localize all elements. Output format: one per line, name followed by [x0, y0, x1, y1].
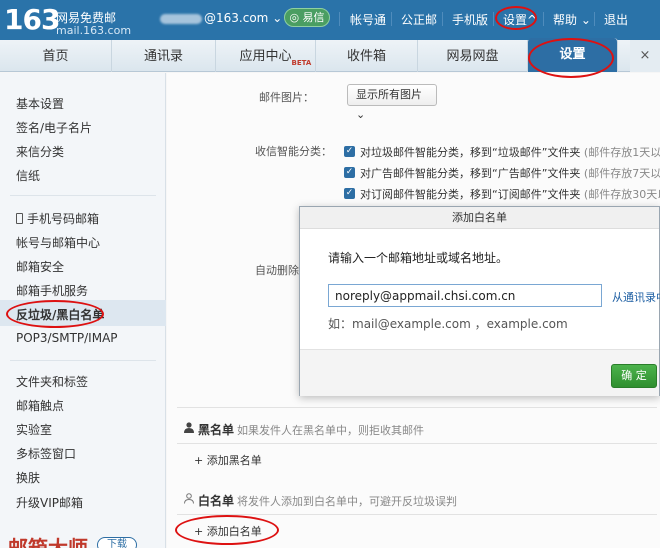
- dialog-footer: [300, 349, 659, 396]
- dialog-prompt: 请输入一个邮箱地址或域名地址。: [328, 251, 509, 265]
- option-ads: 对广告邮件智能分类，移到“广告邮件”文件夹 (邮件存放7天以上: [360, 165, 660, 181]
- tab-netdisk[interactable]: 网易网盘: [418, 40, 528, 72]
- option-spam: 对垃圾邮件智能分类，移到“垃圾邮件”文件夹 (邮件存放1天以上: [360, 144, 660, 160]
- phone-icon: [16, 213, 23, 224]
- nav-mobile[interactable]: 手机版: [452, 11, 488, 28]
- option-subscription-text: 对订阅邮件智能分类，移到“订阅邮件”文件夹: [360, 188, 581, 201]
- chevron-down-icon: ⌄: [272, 11, 283, 25]
- option-ads-text: 对广告邮件智能分类，移到“广告邮件”文件夹: [360, 167, 581, 180]
- annotation-circle-settings-nav: [495, 6, 537, 30]
- annotation-circle-settings-tab: [528, 38, 614, 78]
- option-subscription: 对订阅邮件智能分类，移到“订阅邮件”文件夹 (邮件存放30天以上: [360, 186, 660, 202]
- blacklist-title: 黑名单: [198, 423, 235, 437]
- annotation-circle-antispam: [6, 300, 104, 328]
- whitelist-title: 白名单: [198, 494, 235, 508]
- divider: [10, 360, 156, 361]
- confirm-button[interactable]: 确 定: [611, 364, 657, 388]
- user-outline-icon: [184, 493, 194, 504]
- mail-image-label: 邮件图片：: [259, 91, 314, 104]
- top-header: 163 网易免费邮 mail.163.com @163.com ⌄ ◎ 易信 帐…: [0, 0, 660, 40]
- nav-gongzhengyou[interactable]: 公正邮: [401, 11, 437, 28]
- nav-zhanghaotong[interactable]: 帐号通: [350, 11, 386, 28]
- chevron-down-icon: ⌄: [580, 13, 591, 27]
- promo-download-button[interactable]: 下载: [97, 537, 137, 548]
- dialog-example: 如：mail@example.com ，example.com: [328, 317, 568, 331]
- logo-url: mail.163.com: [56, 24, 132, 37]
- logo-number[interactable]: 163: [4, 3, 60, 36]
- sidebar-item-lab[interactable]: 实验室: [16, 421, 52, 438]
- tab-home[interactable]: 首页: [0, 40, 112, 72]
- tab-app-center-label: 应用中心: [239, 49, 292, 64]
- sidebar-item-label: 手机号码邮箱: [27, 212, 100, 226]
- sidebar-item-folders[interactable]: 文件夹和标签: [16, 373, 88, 390]
- divider: [391, 12, 392, 26]
- yixin-label: 易信: [302, 11, 325, 24]
- sidebar-item-basic[interactable]: 基本设置: [16, 95, 64, 112]
- blacklist-desc: 如果发件人在黑名单中，则拒收其邮件: [237, 424, 424, 437]
- divider: [339, 12, 340, 26]
- nav-help[interactable]: 帮助 ⌄: [553, 11, 591, 28]
- nav-help-label: 帮助: [553, 13, 578, 27]
- sidebar-item-mobile-service[interactable]: 邮箱手机服务: [16, 282, 88, 299]
- account-menu[interactable]: @163.com ⌄: [160, 11, 282, 25]
- sidebar-item-account-center[interactable]: 帐号与邮箱中心: [16, 234, 100, 251]
- divider: [442, 12, 443, 26]
- checkbox-subscription[interactable]: ✓: [344, 188, 355, 199]
- sidebar-item-phone-mail[interactable]: 手机号码邮箱: [16, 210, 99, 227]
- annotation-circle-add-whitelist: [175, 515, 279, 545]
- nav-logout[interactable]: 退出: [604, 11, 628, 28]
- sidebar-item-vip[interactable]: 升级VIP邮箱: [16, 494, 83, 511]
- email-address-input[interactable]: [328, 284, 602, 307]
- sidebar-item-security[interactable]: 邮箱安全: [16, 258, 64, 275]
- divider: [594, 12, 595, 26]
- divider: [10, 195, 156, 196]
- whitelist-desc: 将发件人添加到白名单中，可避开反垃圾误判: [237, 495, 457, 508]
- account-name-blurred: [160, 13, 202, 24]
- sidebar-item-signature[interactable]: 签名/电子名片: [16, 119, 92, 136]
- account-domain: @163.com: [204, 11, 269, 25]
- yixin-button[interactable]: ◎ 易信: [284, 8, 330, 27]
- checkbox-ads[interactable]: ✓: [344, 167, 355, 178]
- user-icon: [184, 422, 194, 433]
- sidebar-item-filter[interactable]: 来信分类: [16, 143, 64, 160]
- chevron-down-icon: ⌄: [356, 108, 366, 121]
- auto-delete-label: 自动删除: [255, 264, 299, 277]
- close-icon[interactable]: ×: [630, 40, 660, 72]
- divider: [543, 12, 544, 26]
- promo-title: 邮箱大师: [8, 536, 88, 548]
- divider: [177, 443, 657, 444]
- checkbox-spam[interactable]: ✓: [344, 146, 355, 157]
- tab-app-center[interactable]: 应用中心 BETA: [216, 40, 316, 72]
- tab-contacts[interactable]: 通讯录: [112, 40, 216, 72]
- smart-classify-label: 收信智能分类：: [255, 145, 332, 158]
- sidebar-item-touchpoints[interactable]: 邮箱触点: [16, 397, 64, 414]
- add-blacklist-link[interactable]: + 添加黑名单: [194, 452, 262, 468]
- option-subscription-note: (邮件存放30天以上: [583, 188, 660, 201]
- from-contacts-link[interactable]: 从通讯录中: [612, 289, 660, 305]
- divider: [493, 12, 494, 26]
- option-spam-note: (邮件存放1天以上: [583, 146, 660, 159]
- divider: [177, 514, 657, 515]
- tab-inbox[interactable]: 收件箱: [316, 40, 418, 72]
- mail-image-select[interactable]: 显示所有图片 ⌄: [347, 84, 437, 121]
- dialog-title: 添加白名单: [300, 207, 659, 229]
- option-ads-note: (邮件存放7天以上: [583, 167, 660, 180]
- sidebar-item-skin[interactable]: 换肤: [16, 469, 40, 486]
- add-whitelist-dialog: 添加白名单 请输入一个邮箱地址或域名地址。 从通讯录中 如：mail@examp…: [299, 206, 660, 396]
- sidebar-item-pop3[interactable]: POP3/SMTP/IMAP: [16, 331, 118, 345]
- mail-image-value: 显示所有图片: [356, 88, 422, 101]
- divider: [177, 407, 657, 408]
- option-spam-text: 对垃圾邮件智能分类，移到“垃圾邮件”文件夹: [360, 146, 581, 159]
- sidebar-item-multitab[interactable]: 多标签窗口: [16, 445, 76, 462]
- sidebar-item-stationery[interactable]: 信纸: [16, 167, 40, 184]
